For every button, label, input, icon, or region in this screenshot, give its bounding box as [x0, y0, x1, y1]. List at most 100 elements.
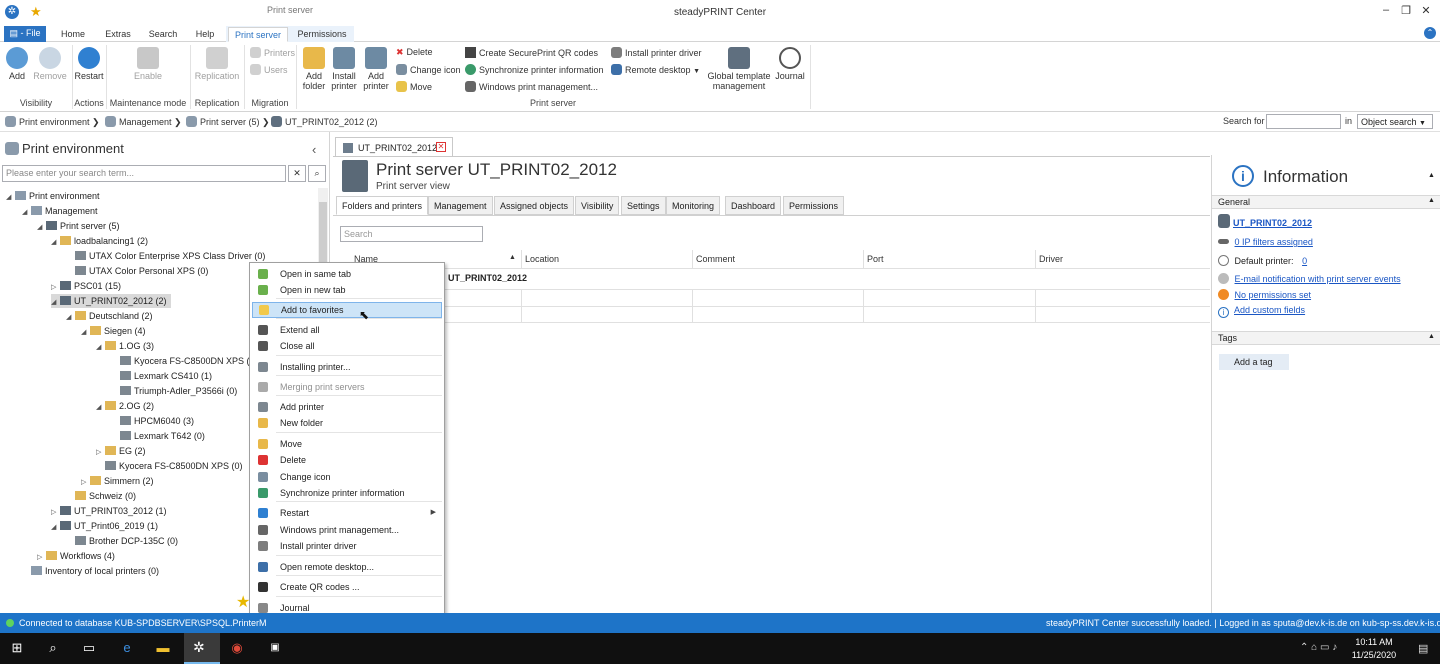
- expanded-arrow-icon[interactable]: ◢: [51, 521, 60, 535]
- tab-extras[interactable]: Extras: [100, 27, 136, 42]
- tab-dashboard[interactable]: Dashboard: [725, 196, 782, 215]
- tree-item-server[interactable]: ◢ UT_PRINT02_2012 (2): [51, 294, 171, 308]
- tree-item-folder[interactable]: ◢ Deutschland (2): [66, 309, 153, 323]
- tab-file[interactable]: ▤ - File: [4, 26, 46, 42]
- menu-item-create-qr-codes[interactable]: Create QR codes ...: [252, 579, 442, 595]
- tree-item-folder[interactable]: ◢ Print environment: [6, 189, 100, 203]
- close-button[interactable]: ✕: [1416, 4, 1436, 20]
- tab-assigned-objects[interactable]: Assigned objects: [494, 196, 575, 215]
- search-scope-select[interactable]: Object search ▼: [1357, 114, 1433, 129]
- minimize-button[interactable]: –: [1376, 4, 1396, 20]
- collapse-pane-button[interactable]: ‹: [312, 142, 316, 157]
- tree-item-printer[interactable]: Kyocera FS-C8500DN XPS (2): [111, 354, 258, 368]
- tree-item-printer[interactable]: Triumph-Adler_P3566i (0): [111, 384, 237, 398]
- breadcrumb-item[interactable]: UT_PRINT02_2012 (2): [271, 116, 378, 127]
- tree-item-folder[interactable]: Inventory of local printers (0): [22, 564, 159, 578]
- tree-item-printer[interactable]: Brother DCP-135C (0): [66, 534, 178, 548]
- breadcrumb-item[interactable]: Print server (5) ❯: [186, 116, 270, 128]
- terminal-icon[interactable]: ▣: [266, 639, 284, 657]
- tab-folders-and-printers[interactable]: Folders and printers: [336, 196, 429, 215]
- menu-item-delete[interactable]: Delete: [252, 452, 442, 468]
- expanded-arrow-icon[interactable]: ◢: [81, 326, 90, 340]
- search-icon[interactable]: ⌕: [44, 639, 62, 657]
- close-tab-icon[interactable]: ✕: [436, 142, 446, 152]
- general-section-header[interactable]: General ▲: [1212, 195, 1440, 209]
- sync-printer-info-button[interactable]: Synchronize printer information: [465, 64, 604, 75]
- edge-browser-icon[interactable]: e: [118, 639, 136, 657]
- ip-filters-link[interactable]: 0 IP filters assigned: [1218, 237, 1313, 247]
- group-row-server[interactable]: UT_PRINT02_2012: [448, 273, 527, 283]
- tab-monitoring[interactable]: Monitoring: [666, 196, 721, 215]
- system-tray-icons[interactable]: ⌃ ⌂ ▭ ♪: [1300, 642, 1337, 653]
- enable-maintenance-button[interactable]: Enable: [130, 47, 166, 81]
- expanded-arrow-icon[interactable]: ◢: [96, 401, 105, 415]
- menu-item-merging-print-servers[interactable]: Merging print servers: [252, 379, 442, 395]
- collapsed-arrow-icon[interactable]: ▷: [37, 551, 46, 565]
- menu-item-open-new-tab[interactable]: Open in new tab: [252, 282, 442, 298]
- tab-home[interactable]: Home: [56, 27, 90, 42]
- breadcrumb-item[interactable]: Management ❯: [105, 116, 182, 128]
- move-button[interactable]: Move: [396, 81, 432, 92]
- menu-item-close-all[interactable]: Close all: [252, 338, 442, 354]
- restart-button[interactable]: Restart: [74, 47, 104, 81]
- windows-print-management-button[interactable]: Windows print management...: [465, 81, 598, 92]
- column-header-port[interactable]: Port: [864, 250, 1036, 268]
- journal-button[interactable]: Journal: [774, 47, 806, 81]
- tree-item-server[interactable]: ▷ UT_PRINT03_2012 (1): [51, 504, 167, 518]
- collapsed-arrow-icon[interactable]: ▷: [51, 506, 60, 520]
- menu-item-extend-all[interactable]: Extend all: [252, 322, 442, 338]
- permissions-link[interactable]: No permissions set: [1218, 289, 1311, 300]
- install-printer-button[interactable]: Install printer: [330, 47, 358, 91]
- chrome-browser-icon[interactable]: ◉: [228, 639, 246, 657]
- column-header-comment[interactable]: Comment: [693, 250, 864, 268]
- grid-search-input[interactable]: Search: [340, 226, 483, 242]
- tree-item-printer[interactable]: Lexmark T642 (0): [111, 429, 205, 443]
- remove-visibility-button[interactable]: Remove: [32, 47, 68, 81]
- users-migration-button[interactable]: Users: [250, 64, 288, 75]
- tree-item-printer[interactable]: HPCM6040 (3): [111, 414, 194, 428]
- tree-item-folder[interactable]: ◢ 2.OG (2): [96, 399, 154, 413]
- remote-desktop-button[interactable]: Remote desktop ▼: [611, 64, 700, 75]
- menu-item-restart[interactable]: Restart ▶: [252, 505, 442, 521]
- object-search-input[interactable]: [1266, 114, 1341, 129]
- tree-item-folder[interactable]: ◢ Management: [22, 204, 98, 218]
- tree-item-printer[interactable]: Lexmark CS410 (1): [111, 369, 212, 383]
- tab-permissions[interactable]: Permissions: [783, 196, 845, 215]
- expanded-arrow-icon[interactable]: ◢: [37, 221, 46, 235]
- breadcrumb-item[interactable]: Print environment ❯: [5, 116, 100, 128]
- tree-item-server[interactable]: ▷ PSC01 (15): [51, 279, 121, 293]
- default-printer-value[interactable]: 0: [1302, 256, 1307, 266]
- tree-item-folder[interactable]: ▷ Workflows (4): [37, 549, 115, 563]
- menu-item-move[interactable]: Move: [252, 436, 442, 452]
- tab-help[interactable]: Help: [188, 27, 222, 42]
- delete-button[interactable]: ✖ Delete: [396, 47, 433, 58]
- tab-settings[interactable]: Settings: [621, 196, 666, 215]
- server-link[interactable]: UT_PRINT02_2012: [1218, 214, 1312, 228]
- tab-visibility[interactable]: Visibility: [575, 196, 620, 215]
- menu-item-open-remote-desktop[interactable]: Open remote desktop...: [252, 559, 442, 575]
- tree-item-server[interactable]: ◢ Print server (5): [37, 219, 120, 233]
- expanded-arrow-icon[interactable]: ◢: [22, 206, 31, 220]
- menu-item-windows-print-management[interactable]: Windows print management...: [252, 522, 442, 538]
- expanded-arrow-icon[interactable]: ◢: [6, 191, 15, 205]
- tree-item-folder[interactable]: ▷ Simmern (2): [81, 474, 154, 488]
- menu-item-change-icon[interactable]: Change icon: [252, 469, 442, 485]
- menu-item-sync-printer-info[interactable]: Synchronize printer information: [252, 485, 442, 501]
- custom-fields-link[interactable]: i Add custom fields: [1218, 305, 1305, 318]
- expanded-arrow-icon[interactable]: ◢: [51, 296, 60, 310]
- change-icon-button[interactable]: Change icon: [396, 64, 461, 75]
- expanded-arrow-icon[interactable]: ◢: [51, 236, 60, 250]
- install-printer-driver-button[interactable]: Install printer driver: [611, 47, 702, 58]
- windows-start-icon[interactable]: ⊞: [8, 639, 26, 657]
- tree-item-folder[interactable]: ◢ loadbalancing1 (2): [51, 234, 148, 248]
- global-template-management-button[interactable]: Global template management: [704, 47, 774, 91]
- expanded-arrow-icon[interactable]: ◢: [96, 341, 105, 355]
- add-visibility-button[interactable]: Add: [4, 47, 30, 81]
- tab-search[interactable]: Search: [144, 27, 182, 42]
- notifications-icon[interactable]: ▤: [1418, 642, 1428, 655]
- menu-item-installing-printer[interactable]: Installing printer...: [252, 359, 442, 375]
- tags-section-header[interactable]: Tags ▲: [1212, 331, 1440, 345]
- tab-management[interactable]: Management: [428, 196, 493, 215]
- column-header-driver[interactable]: Driver: [1036, 250, 1210, 268]
- create-qr-codes-button[interactable]: Create SecurePrint QR codes: [465, 47, 598, 58]
